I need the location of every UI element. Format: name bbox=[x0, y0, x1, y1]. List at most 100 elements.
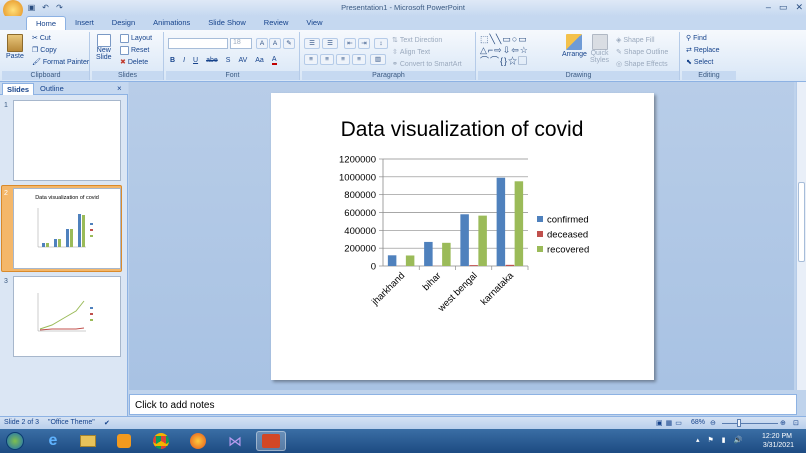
shadow-button[interactable]: S bbox=[226, 57, 231, 64]
powerpoint-taskbar-icon[interactable] bbox=[256, 431, 286, 451]
text-direction-button[interactable]: ⇅ Text Direction bbox=[392, 36, 442, 45]
quick-styles-button[interactable]: Quick Styles bbox=[590, 34, 609, 64]
chrome-icon[interactable] bbox=[146, 431, 176, 451]
close-icon[interactable]: ✕ bbox=[795, 2, 803, 13]
tray-icons[interactable]: ▴ ⚑ ▮ 🔊 bbox=[696, 436, 745, 444]
select-label: Select bbox=[693, 58, 714, 66]
bullets-icon[interactable]: ☰ bbox=[304, 38, 320, 49]
brush-icon: 🖌 bbox=[32, 59, 41, 66]
change-case-button[interactable]: Aa bbox=[255, 57, 264, 64]
thumbnail-line-chart bbox=[37, 293, 93, 332]
bold-button[interactable]: B bbox=[170, 57, 175, 64]
convert-smartart-button[interactable]: ⚭ Convert to SmartArt bbox=[392, 60, 462, 69]
paste-button[interactable]: Paste bbox=[6, 34, 24, 60]
clear-format-icon[interactable]: ✎ bbox=[283, 38, 295, 49]
select-button[interactable]: ⬉ Select bbox=[686, 58, 714, 67]
bar-deceased bbox=[469, 265, 478, 266]
slide-thumbnail-1[interactable] bbox=[13, 100, 121, 181]
find-button[interactable]: ⚲ Find bbox=[686, 34, 707, 43]
underline-button[interactable]: U bbox=[193, 57, 198, 64]
tab-slide-show[interactable]: Slide Show bbox=[199, 16, 255, 30]
font-name-combo[interactable] bbox=[168, 38, 228, 49]
grow-font-icon[interactable]: A bbox=[256, 38, 268, 49]
replace-button[interactable]: ⇄ Replace bbox=[686, 46, 720, 55]
line-spacing-icon[interactable]: ↕ bbox=[374, 38, 388, 49]
fit-slide-icon[interactable]: ⊡ bbox=[793, 419, 799, 427]
paint-bucket-icon: ◈ bbox=[616, 37, 622, 44]
zoom-slider[interactable] bbox=[722, 423, 778, 424]
media-player-icon[interactable] bbox=[109, 431, 139, 451]
smartart-icon: ⚭ bbox=[392, 61, 398, 68]
maximize-icon[interactable]: ▭ bbox=[779, 2, 788, 13]
y-tick-label: 200000 bbox=[344, 244, 376, 255]
tab-animations[interactable]: Animations bbox=[144, 16, 199, 30]
columns-icon[interactable]: ▥ bbox=[370, 54, 386, 65]
shape-effects-button[interactable]: ◎ Shape Effects bbox=[616, 60, 668, 69]
view-buttons[interactable]: ▣▦▭ bbox=[656, 419, 685, 427]
legend-label: deceased bbox=[547, 230, 588, 241]
spell-check-icon[interactable]: ✔ bbox=[104, 419, 110, 427]
firefox-icon[interactable] bbox=[183, 431, 213, 451]
char-spacing-button[interactable]: AV bbox=[238, 57, 247, 64]
bar-confirmed bbox=[496, 177, 506, 266]
copy-label: Copy bbox=[40, 46, 57, 54]
align-left-icon[interactable]: ≡ bbox=[304, 54, 318, 65]
tab-view[interactable]: View bbox=[297, 16, 331, 30]
tab-insert[interactable]: Insert bbox=[66, 16, 103, 30]
align-center-icon[interactable]: ≡ bbox=[320, 54, 334, 65]
editing-label: Editing bbox=[682, 71, 736, 80]
zoom-out-icon[interactable]: ⊖ bbox=[710, 419, 716, 427]
numbering-icon[interactable]: ☰ bbox=[322, 38, 338, 49]
zoom-slider-thumb[interactable] bbox=[737, 419, 741, 427]
cut-icon: ✂ bbox=[32, 35, 38, 42]
tab-review[interactable]: Review bbox=[255, 16, 298, 30]
shape-fill-button[interactable]: ◈ Shape Fill bbox=[616, 36, 655, 45]
ie-icon[interactable]: e bbox=[38, 431, 68, 451]
vertical-scrollbar[interactable] bbox=[796, 82, 806, 390]
layout-button[interactable]: Layout bbox=[120, 34, 152, 43]
system-tray: ▴ ⚑ ▮ 🔊 12:20 PM 3/31/2021 bbox=[686, 429, 806, 453]
reset-button[interactable]: Reset bbox=[120, 46, 149, 55]
y-tick-label: 800000 bbox=[344, 190, 376, 201]
align-right-icon[interactable]: ≡ bbox=[336, 54, 350, 65]
app-icon[interactable]: ⋈ bbox=[220, 431, 250, 451]
align-text-button[interactable]: ⇳ Align Text bbox=[392, 48, 430, 57]
font-color-button[interactable]: A bbox=[271, 56, 277, 65]
cut-label: Cut bbox=[39, 34, 51, 42]
zoom-level[interactable]: 68% bbox=[691, 419, 705, 426]
new-slide-button[interactable]: New Slide bbox=[96, 34, 112, 61]
effects-icon: ◎ bbox=[616, 61, 623, 68]
shapes-gallery[interactable]: ⬚╲╲▭○▭ △⌐⇨⇩⇦☆ ⌒⌒{}☆▢ bbox=[480, 34, 558, 68]
explorer-icon[interactable] bbox=[73, 431, 103, 451]
notes-input[interactable]: Click to add notes bbox=[129, 394, 797, 415]
justify-icon[interactable]: ≡ bbox=[352, 54, 366, 65]
slide-thumbnail-2[interactable]: Data visualization of covid bbox=[13, 188, 121, 269]
tab-design[interactable]: Design bbox=[103, 16, 144, 30]
tab-slides[interactable]: Slides bbox=[2, 83, 35, 95]
delete-button[interactable]: ✖ Delete bbox=[120, 58, 148, 67]
clock-date[interactable]: 3/31/2021 bbox=[763, 442, 794, 449]
slide[interactable]: Data visualization of covid 0 200000 400000… bbox=[271, 93, 654, 380]
cut-button[interactable]: ✂ Cut bbox=[32, 34, 51, 43]
scroll-thumb[interactable] bbox=[798, 182, 805, 262]
decrease-indent-icon[interactable]: ⇤ bbox=[344, 38, 356, 49]
copy-button[interactable]: ❐ Copy bbox=[32, 46, 57, 55]
start-button[interactable] bbox=[2, 431, 28, 451]
arrange-button[interactable]: Arrange bbox=[562, 34, 587, 58]
slide-thumbnail-3[interactable] bbox=[13, 276, 121, 357]
shrink-font-icon[interactable]: A bbox=[269, 38, 281, 49]
strikethrough-button[interactable]: abe bbox=[206, 57, 218, 64]
delete-icon: ✖ bbox=[120, 59, 126, 66]
chart: Data visualization of covid 0 200000 400000… bbox=[339, 118, 589, 315]
format-painter-button[interactable]: 🖌 Format Painter bbox=[32, 58, 89, 67]
increase-indent-icon[interactable]: ⇥ bbox=[358, 38, 370, 49]
zoom-in-icon[interactable]: ⊕ bbox=[780, 419, 786, 427]
clock-time[interactable]: 12:20 PM bbox=[762, 433, 792, 440]
shape-outline-button[interactable]: ✎ Shape Outline bbox=[616, 48, 668, 57]
panel-close-icon[interactable]: × bbox=[113, 83, 126, 95]
italic-button[interactable]: I bbox=[183, 57, 185, 64]
tab-outline[interactable]: Outline bbox=[36, 83, 68, 95]
font-size-combo[interactable]: 18 bbox=[230, 38, 252, 49]
minimize-icon[interactable]: – bbox=[766, 2, 771, 13]
tab-home[interactable]: Home bbox=[26, 16, 67, 30]
